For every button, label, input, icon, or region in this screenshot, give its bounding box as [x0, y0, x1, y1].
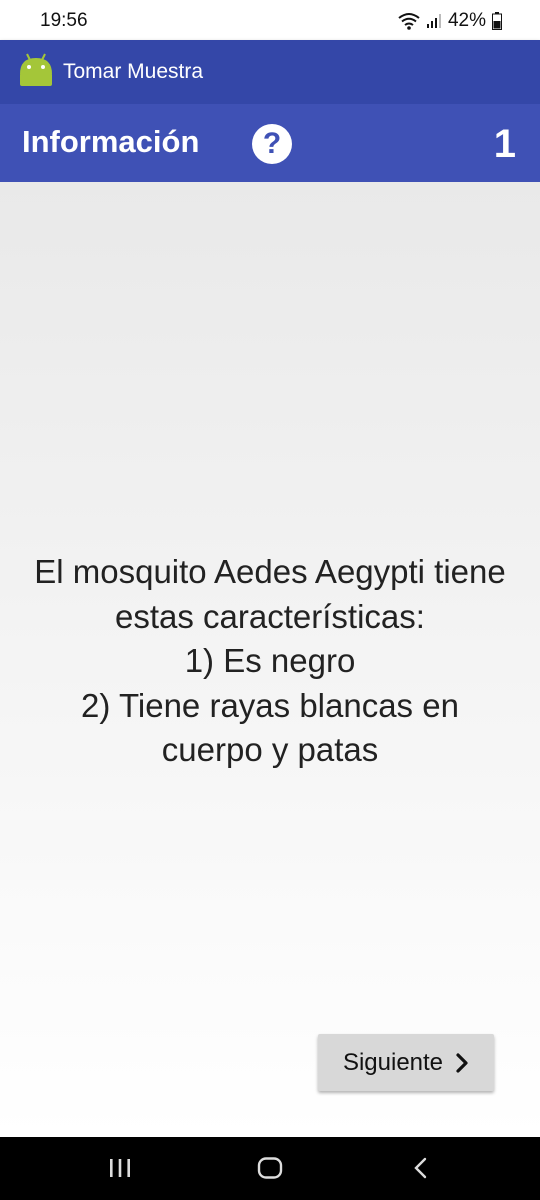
next-button[interactable]: Siguiente	[318, 1034, 494, 1091]
help-icon[interactable]: ?	[252, 124, 292, 164]
back-icon[interactable]	[412, 1157, 430, 1179]
recents-icon[interactable]	[108, 1157, 132, 1179]
step-number: 1	[493, 122, 516, 166]
android-icon	[20, 53, 52, 86]
battery-percent: 42%	[447, 10, 486, 31]
wifi-icon	[398, 13, 420, 30]
info-title: Información	[22, 124, 200, 159]
status-icons: 42%	[398, 10, 502, 32]
chevron-right-icon	[456, 1052, 468, 1073]
content-area: El mosquito Aedes Aegypti tiene estas ca…	[0, 182, 540, 1137]
navigation-bar	[0, 1137, 540, 1200]
info-header: Información ? 1	[0, 104, 540, 182]
info-message: El mosquito Aedes Aegypti tiene estas ca…	[34, 553, 506, 768]
app-title: Tomar Muestra	[63, 60, 204, 83]
status-bar: 19:56 42%	[0, 0, 540, 40]
next-button-label: Siguiente	[342, 1048, 444, 1076]
home-icon[interactable]	[257, 1157, 283, 1179]
battery-icon	[492, 12, 502, 30]
signal-icon	[426, 14, 441, 28]
app-bar: Tomar Muestra	[0, 40, 540, 104]
status-time: 19:56	[40, 10, 88, 31]
